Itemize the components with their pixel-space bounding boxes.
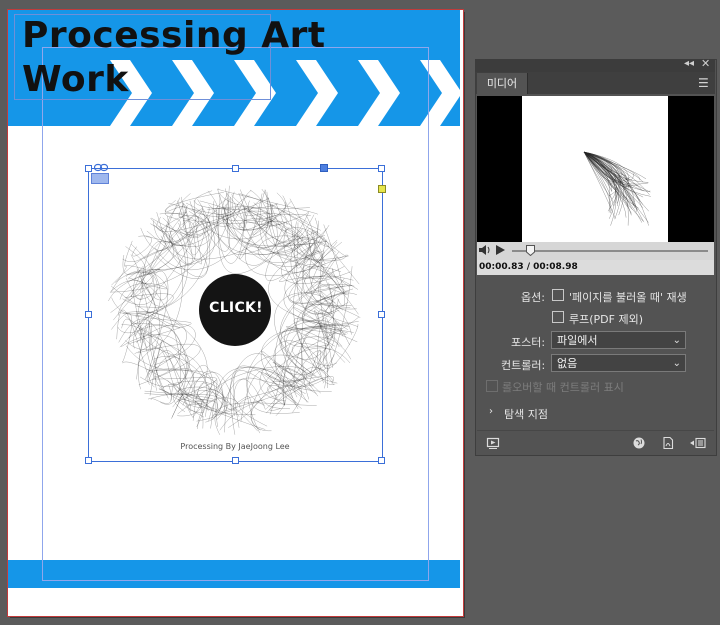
time-total: 00:08.98	[533, 262, 578, 272]
selection-frame[interactable]	[88, 168, 383, 462]
loop-checkbox[interactable]	[552, 311, 564, 323]
live-corner-handle[interactable]	[378, 185, 386, 193]
frame-type-badge	[91, 173, 109, 184]
panel-title-bar[interactable]	[475, 59, 715, 72]
play-on-load-label[interactable]: '페이지를 불러올 때' 재생	[569, 289, 687, 305]
options-label: 옵션:	[521, 291, 545, 304]
resize-handle-top[interactable]	[232, 165, 239, 172]
resize-handle-top-right[interactable]	[378, 165, 385, 172]
play-on-load-checkbox[interactable]	[552, 289, 564, 301]
panel-divider	[477, 430, 714, 431]
panel-menu-icon[interactable]: ☰	[698, 76, 709, 90]
rollover-label: 롤오버할 때 컨트롤러 표시	[502, 381, 624, 394]
resize-handle-left[interactable]	[85, 311, 92, 318]
scrub-track[interactable]	[512, 250, 708, 252]
volume-icon[interactable]	[478, 243, 492, 257]
play-icon[interactable]	[494, 244, 506, 256]
content-grabber-handle[interactable]	[320, 164, 328, 172]
page-title-line-1[interactable]: Processing Art	[22, 17, 326, 55]
controller-label: 컨트롤러:	[501, 359, 546, 372]
resize-handle-top-left[interactable]	[85, 165, 92, 172]
rollover-checkbox[interactable]	[486, 380, 498, 392]
poster-value: 파일에서	[557, 334, 598, 347]
loop-label[interactable]: 루프(PDF 제외)	[569, 311, 643, 327]
close-icon[interactable]: ✕	[701, 57, 710, 70]
collapse-panel-icon[interactable]: ◂◂	[684, 58, 694, 69]
resize-handle-bottom[interactable]	[232, 457, 239, 464]
insert-media-icon[interactable]	[690, 436, 706, 450]
pdf-export-icon[interactable]	[661, 436, 675, 450]
time-readout: 00:00.83 / 00:08.98	[479, 262, 578, 272]
controller-value: 없음	[557, 357, 578, 370]
page-title-line-2[interactable]: Work	[22, 61, 129, 99]
preview-art	[583, 151, 651, 226]
poster-select[interactable]: 파일에서 ⌄	[551, 331, 686, 349]
chevron-right-icon[interactable]: ›	[489, 406, 493, 417]
resize-handle-right[interactable]	[378, 311, 385, 318]
preview-icon[interactable]	[486, 436, 500, 450]
navigation-points-label[interactable]: 탐색 지점	[504, 406, 548, 422]
link-icon[interactable]	[94, 163, 108, 172]
globe-icon[interactable]	[632, 436, 646, 450]
chevron-down-icon: ⌄	[672, 335, 681, 346]
chevron-down-icon: ⌄	[672, 358, 681, 369]
scrub-thumb[interactable]	[525, 245, 535, 256]
resize-handle-bottom-right[interactable]	[378, 457, 385, 464]
tab-media[interactable]: 미디어	[477, 73, 528, 94]
resize-handle-bottom-left[interactable]	[85, 457, 92, 464]
time-current: 00:00.83	[479, 262, 524, 272]
poster-label: 포스터:	[511, 336, 546, 349]
media-preview-frame	[522, 96, 668, 242]
controller-select[interactable]: 없음 ⌄	[551, 354, 686, 372]
